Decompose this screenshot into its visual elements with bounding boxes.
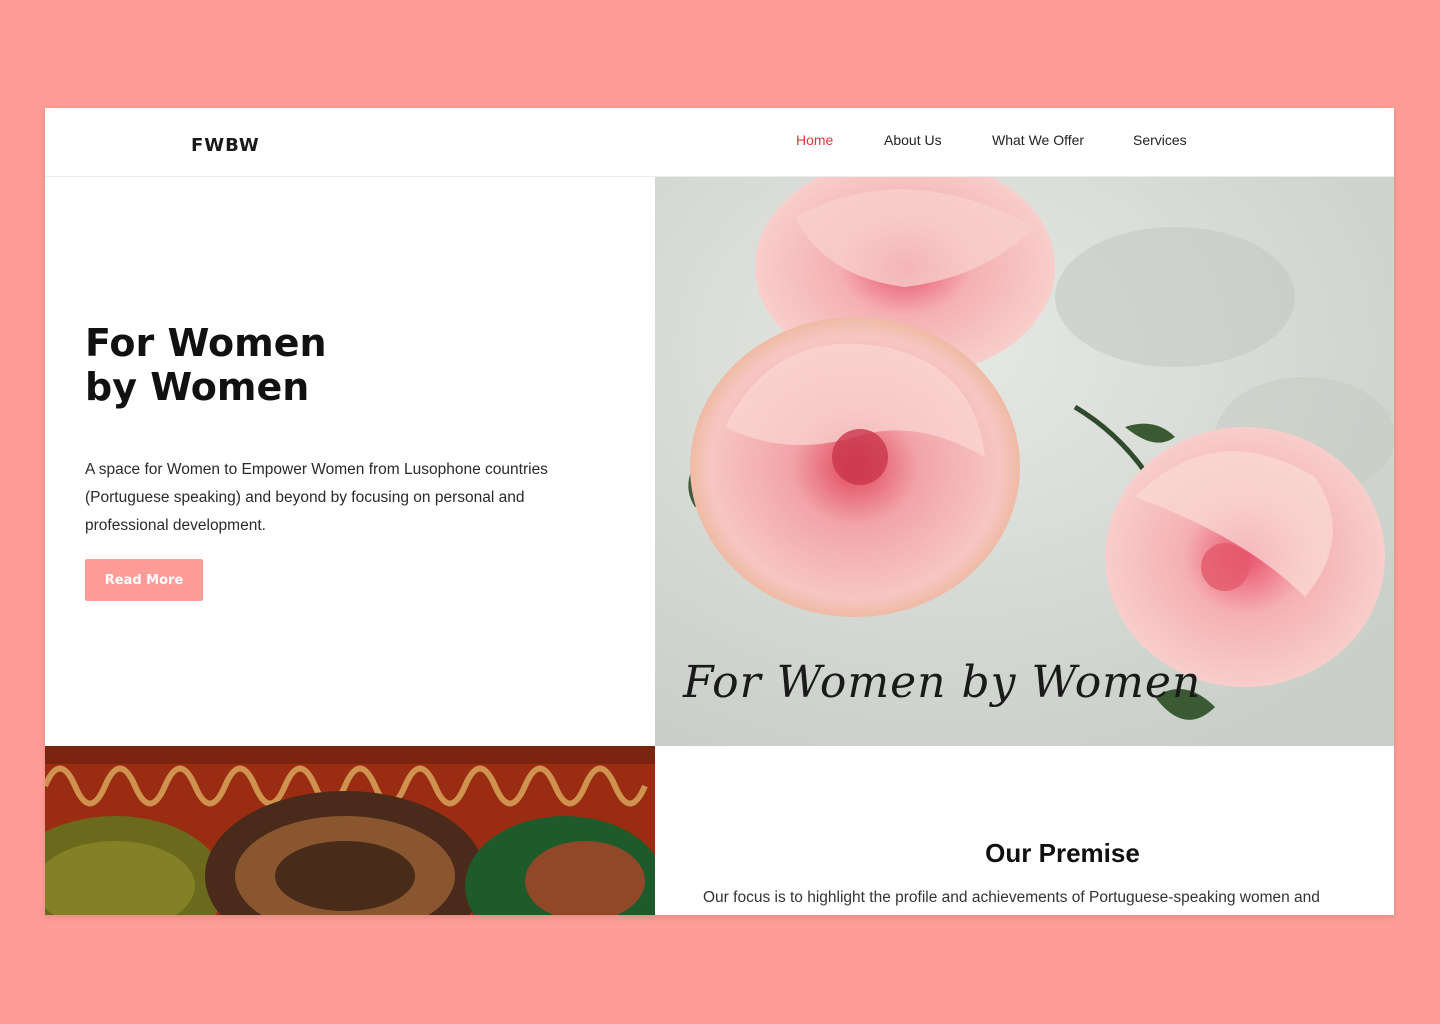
nav-home-link[interactable]: Home (796, 132, 833, 148)
read-more-button[interactable]: Read More (85, 559, 203, 601)
fabric-image (45, 746, 655, 915)
roses-hero-image: For Women by Women (655, 177, 1394, 746)
premise-title: Our Premise (985, 838, 1140, 868)
hero-title: For Women by Women (85, 321, 505, 409)
nav-about-link[interactable]: About Us (884, 132, 942, 148)
main-nav: Home About Us What We Offer Services (45, 132, 1394, 152)
nav-what-we-offer-link[interactable]: What We Offer (992, 132, 1084, 148)
hero-description: A space for Women to Empower Women from … (85, 461, 548, 534)
hero-title-line1: For Women (85, 321, 327, 365)
hero-image-caption: For Women by Women (683, 657, 1202, 708)
hero-title-line2: by Women (85, 365, 310, 409)
site-header: FWBW Home About Us What We Offer Service… (45, 108, 1394, 177)
hero-section: For Women by Women A space for Women to … (45, 177, 655, 746)
nav-services-link[interactable]: Services (1133, 132, 1187, 148)
premise-text: Our focus is to highlight the profile an… (703, 889, 1320, 906)
premise-section: Our Premise Our focus is to highlight th… (655, 746, 1394, 915)
page-frame: FWBW Home About Us What We Offer Service… (45, 108, 1394, 915)
fabric-illustration (45, 746, 655, 915)
